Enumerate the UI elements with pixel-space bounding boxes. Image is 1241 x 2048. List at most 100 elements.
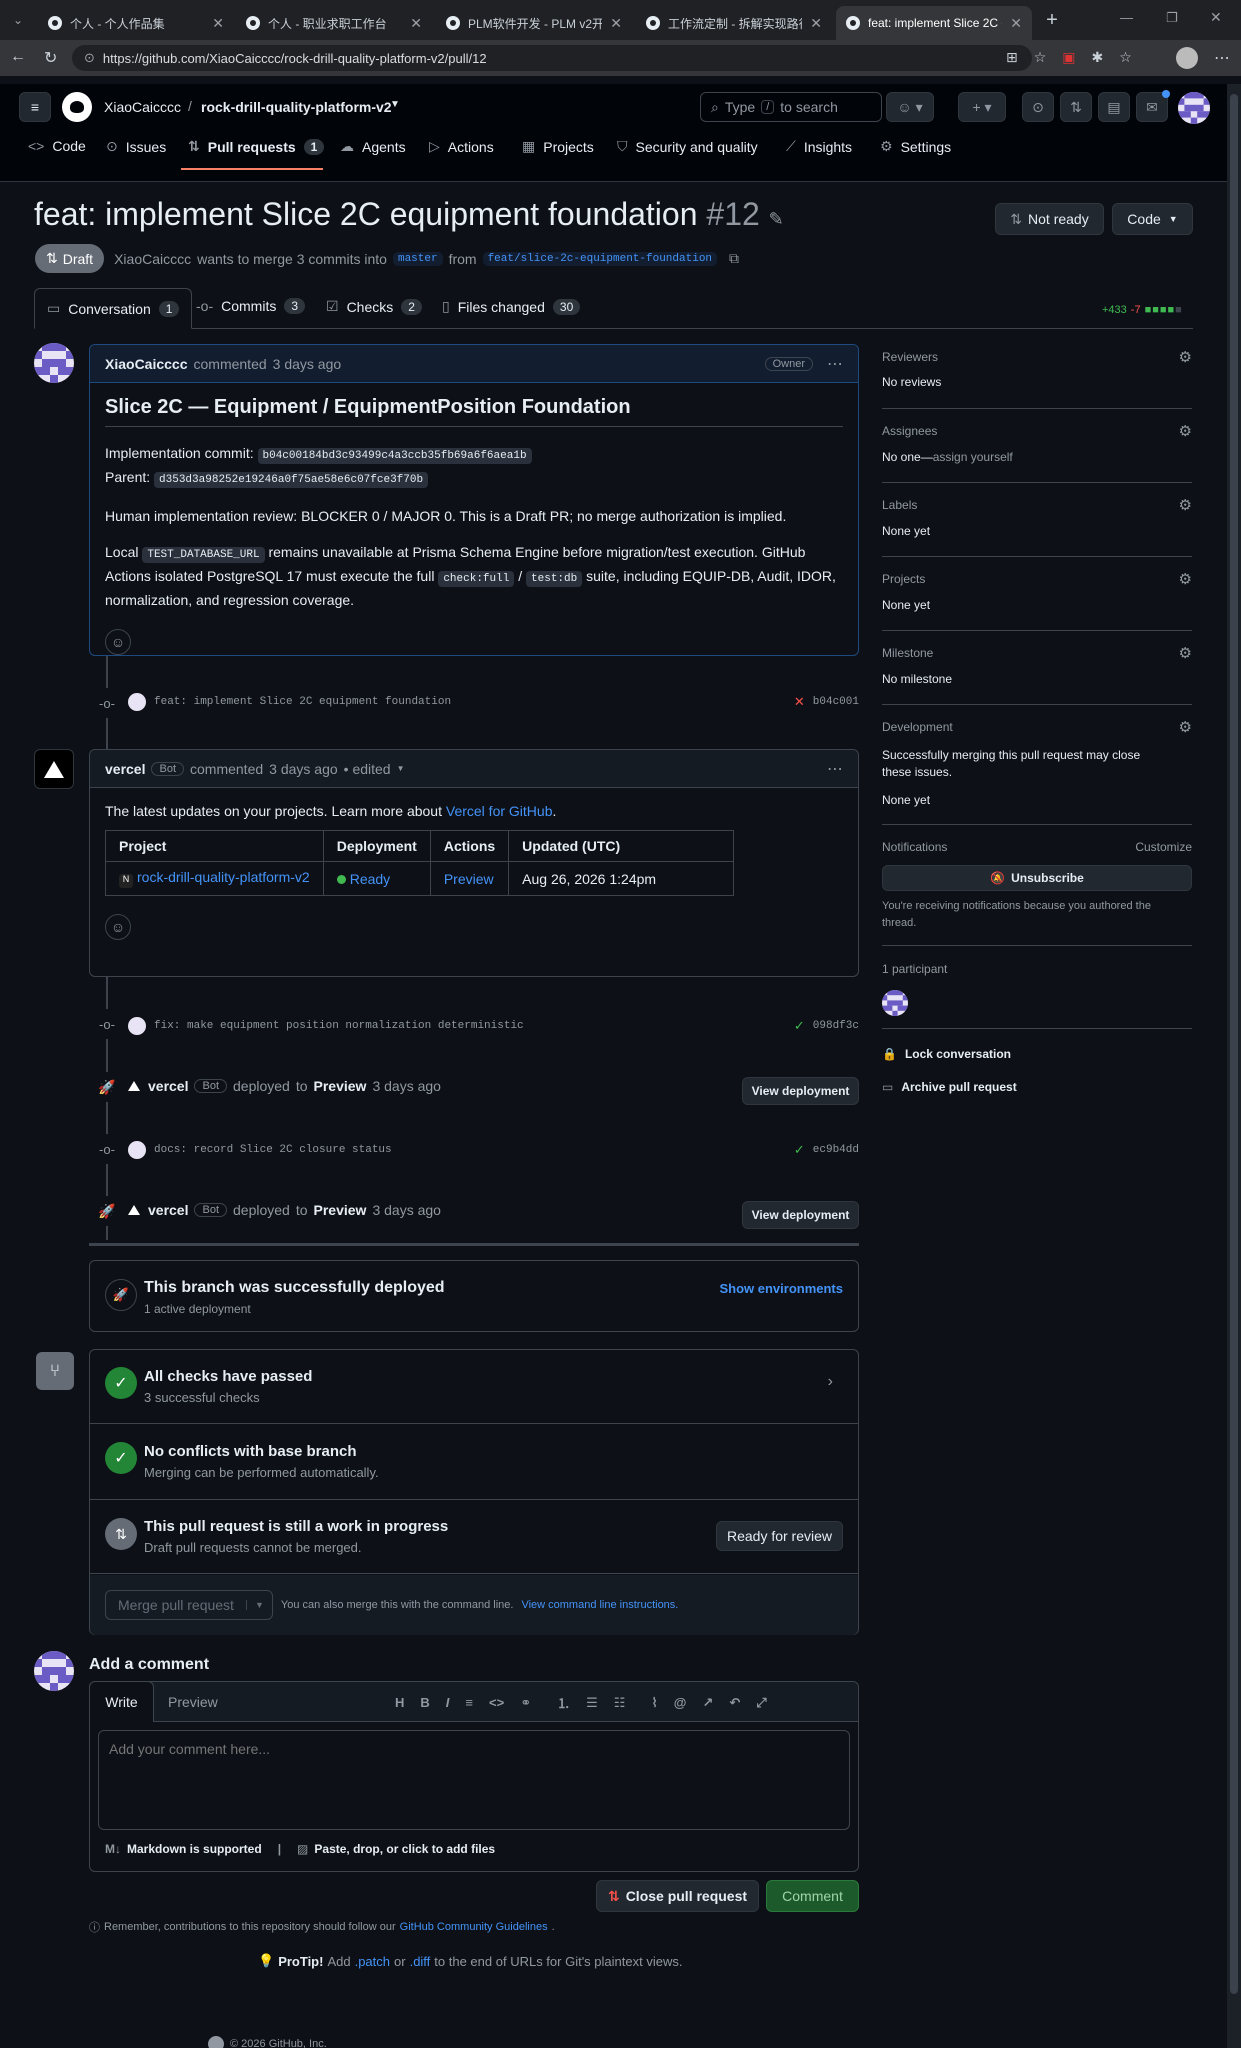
view-deployment-button[interactable]: View deployment xyxy=(742,1201,859,1229)
reload-button[interactable]: ↻ xyxy=(44,48,57,68)
milestone-gear-icon[interactable]: ⚙ xyxy=(1179,644,1192,662)
tab-preview[interactable]: Preview xyxy=(168,1694,218,1710)
github-logo-icon[interactable] xyxy=(62,92,92,122)
attach-icon[interactable]: ⌇ xyxy=(651,1695,657,1711)
patch-link[interactable]: .patch xyxy=(355,1954,390,1969)
browser-tab[interactable]: 工作流定制 - 拆解实现路径 ✕ xyxy=(636,6,832,40)
development-gear-icon[interactable]: ⚙ xyxy=(1179,718,1192,736)
favorites-icon[interactable]: ☆ xyxy=(1119,49,1132,66)
repositories-button[interactable]: ▤ xyxy=(1098,92,1130,122)
markdown-link[interactable]: M↓ Markdown is supported xyxy=(105,1842,262,1856)
browser-tab[interactable]: 个人 - 职业求职工作台 ✕ xyxy=(236,6,432,40)
tab-actions[interactable]: ▷ Actions xyxy=(429,138,494,155)
close-icon[interactable]: ✕ xyxy=(810,15,822,32)
tab-conversation[interactable]: ▭ Conversation 1 xyxy=(34,288,193,329)
ordered-list-icon[interactable]: ⒈ xyxy=(557,1693,570,1712)
add-reaction-button[interactable]: ☺ xyxy=(105,629,131,655)
deploy-verb-link[interactable]: deployed xyxy=(233,1202,290,1218)
tab-checks[interactable]: ☑ Checks 2 xyxy=(326,298,422,315)
edit-icon[interactable]: ✎ xyxy=(769,209,784,229)
close-icon[interactable]: ✕ xyxy=(212,15,224,32)
commit-sha[interactable]: b04c001 xyxy=(813,696,859,708)
commit-sha[interactable]: 098df3c xyxy=(813,1020,859,1032)
labels-gear-icon[interactable]: ⚙ xyxy=(1179,496,1192,514)
code-button[interactable]: Code ▼ xyxy=(1112,203,1193,235)
user-avatar[interactable] xyxy=(1178,92,1210,124)
lock-conversation-button[interactable]: 🔒 Lock conversation xyxy=(882,1047,1011,1061)
close-icon[interactable]: ✕ xyxy=(610,15,622,32)
unsubscribe-button[interactable]: 🔕 Unsubscribe xyxy=(882,865,1192,891)
tab-settings[interactable]: ⚙ Settings xyxy=(880,138,951,155)
customize-link[interactable]: Customize xyxy=(1135,840,1192,854)
undo-icon[interactable]: ↶ xyxy=(729,1695,740,1711)
head-branch[interactable]: feat/slice-2c-equipment-foundation xyxy=(482,251,718,266)
tab-code[interactable]: <> Code xyxy=(28,138,86,154)
comment-textarea[interactable] xyxy=(98,1730,850,1830)
split-view-icon[interactable]: ⊞ xyxy=(1006,49,1018,66)
tab-search-button[interactable]: ⌄ xyxy=(6,8,30,32)
check-passed-icon[interactable]: ✓ xyxy=(794,1142,805,1158)
back-button[interactable]: ← xyxy=(10,48,26,66)
comment-author[interactable]: XiaoCaicccc xyxy=(105,356,188,372)
participant-avatar[interactable] xyxy=(882,990,908,1016)
comment-time[interactable]: 3 days ago xyxy=(269,761,338,777)
copy-icon[interactable]: ⧉ xyxy=(729,250,739,267)
quote-icon[interactable]: ≡ xyxy=(465,1695,473,1710)
diff-link[interactable]: .diff xyxy=(410,1954,431,1969)
deploy-time[interactable]: 3 days ago xyxy=(372,1202,441,1218)
attach-files-button[interactable]: ▨ Paste, drop, or click to add files xyxy=(297,1842,495,1856)
code-icon[interactable]: <> xyxy=(489,1695,504,1710)
window-close-button[interactable]: ✕ xyxy=(1210,9,1222,26)
tab-pull-requests[interactable]: ⇅ Pull requests 1 xyxy=(188,138,325,155)
mention-icon[interactable]: @ xyxy=(674,1695,687,1710)
commit-author-avatar[interactable] xyxy=(128,693,146,711)
browser-tab[interactable]: 个人 - 个人作品集 ✕ xyxy=(38,6,234,40)
archive-pr-button[interactable]: ▭ Archive pull request xyxy=(882,1080,1017,1094)
check-failed-icon[interactable]: ✕ xyxy=(794,694,805,710)
comment-author[interactable]: vercel xyxy=(105,761,145,777)
new-tab-button[interactable]: + xyxy=(1040,8,1064,32)
profile-avatar[interactable] xyxy=(1176,47,1198,69)
check-passed-icon[interactable]: ✓ xyxy=(794,1018,805,1034)
assignees-gear-icon[interactable]: ⚙ xyxy=(1179,422,1192,440)
tab-write[interactable]: Write xyxy=(89,1681,154,1722)
commit-author-avatar[interactable] xyxy=(128,1141,146,1159)
vercel-for-github-link[interactable]: Vercel for GitHub xyxy=(446,803,553,819)
restore-button[interactable]: ❐ xyxy=(1166,10,1178,26)
base-branch[interactable]: master xyxy=(392,251,443,266)
repo-dropdown-icon[interactable]: ▼ xyxy=(390,99,400,110)
tab-insights[interactable]: ⟋ Insights xyxy=(786,138,852,155)
comment-button[interactable]: Comment xyxy=(766,1880,859,1912)
deploy-verb-link[interactable]: deployed xyxy=(233,1078,290,1094)
create-new-button[interactable]: + ▾ xyxy=(958,92,1006,122)
browser-tab-active[interactable]: feat: implement Slice 2C eq ✕ xyxy=(836,6,1032,40)
deploy-actor[interactable]: vercel xyxy=(148,1078,188,1094)
not-ready-button[interactable]: ⇅ Not ready xyxy=(995,203,1104,235)
copilot-button[interactable]: ☺ ▾ xyxy=(886,92,934,122)
tab-files-changed[interactable]: ▯ Files changed 30 xyxy=(442,298,581,315)
deploy-actor[interactable]: vercel xyxy=(148,1202,188,1218)
extension-icon[interactable]: ▣ xyxy=(1062,49,1075,66)
close-pull-request-button[interactable]: ⇅ Close pull request xyxy=(596,1880,759,1912)
more-menu-icon[interactable]: ⋯ xyxy=(1214,48,1230,68)
vercel-avatar[interactable] xyxy=(34,749,74,789)
ready-for-review-button[interactable]: Ready for review xyxy=(716,1521,843,1551)
checks-section[interactable]: ✓ All checks have passed 3 successful ch… xyxy=(90,1350,858,1424)
issues-button[interactable]: ⊙ xyxy=(1022,92,1054,122)
view-deployment-button[interactable]: View deployment xyxy=(742,1077,859,1105)
close-icon[interactable]: ✕ xyxy=(1010,15,1022,32)
bold-icon[interactable]: B xyxy=(420,1695,429,1710)
show-environments-link[interactable]: Show environments xyxy=(719,1281,843,1296)
add-reaction-button[interactable]: ☺ xyxy=(105,914,131,940)
heading-icon[interactable]: H xyxy=(395,1695,404,1710)
star-icon[interactable]: ☆ xyxy=(1034,49,1047,66)
guidelines-link[interactable]: GitHub Community Guidelines xyxy=(400,1921,548,1933)
repo-name-link[interactable]: rock-drill-quality-platform-v2 xyxy=(201,99,392,115)
deployment-status-link[interactable]: Ready xyxy=(350,871,390,887)
tab-commits[interactable]: -o- Commits 3 xyxy=(196,298,306,314)
merge-options-dropdown[interactable]: ▼ xyxy=(245,1600,272,1610)
deploy-time[interactable]: 3 days ago xyxy=(372,1078,441,1094)
unordered-list-icon[interactable]: ☰ xyxy=(586,1695,598,1711)
address-bar[interactable]: ⊙ https://github.com/XiaoCaicccc/rock-dr… xyxy=(72,45,1032,71)
tab-projects[interactable]: ▦ Projects xyxy=(522,138,594,155)
